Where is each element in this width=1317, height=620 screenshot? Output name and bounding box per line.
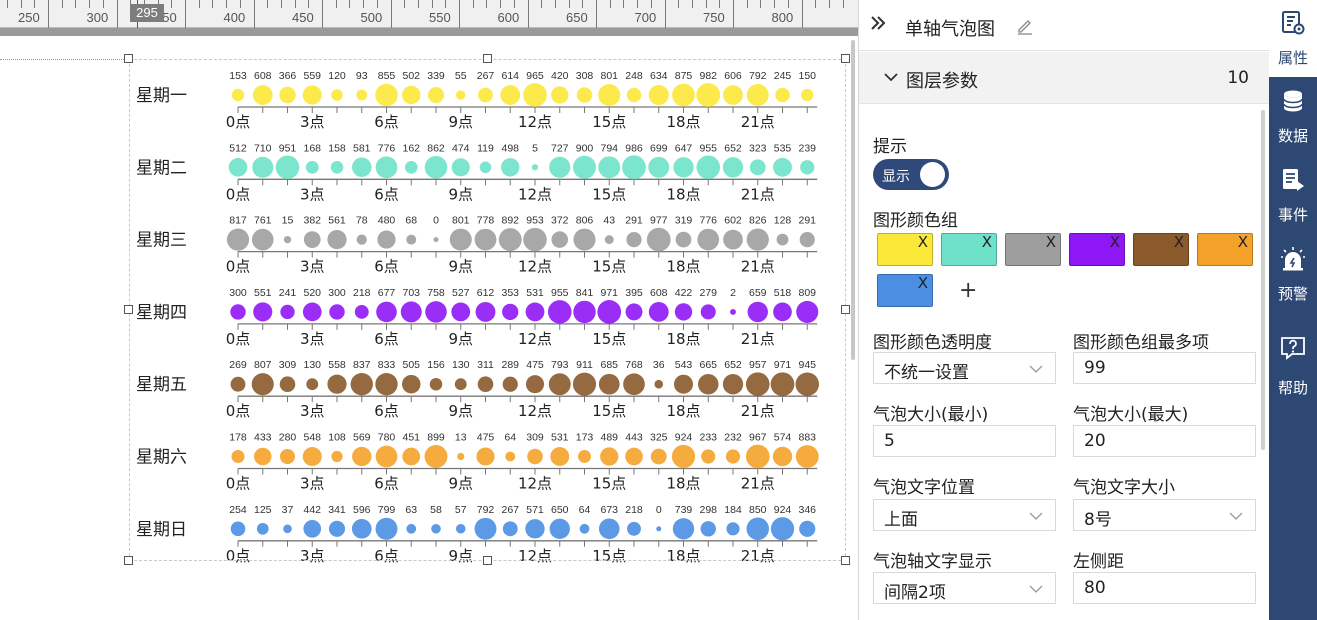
nav-item-alarm[interactable]: 预警 [1269, 236, 1317, 314]
max-items-value: 99 [1084, 358, 1106, 378]
properties-icon [1282, 11, 1305, 35]
axis-text-select[interactable]: 间隔2项 [873, 572, 1056, 604]
remove-color-icon[interactable]: X [1046, 234, 1056, 250]
edit-pencil-icon[interactable] [1015, 16, 1035, 36]
axis-text-value: 间隔2项 [884, 583, 946, 603]
color-group-label: 图形颜色组 [873, 211, 958, 231]
toggle-text: 显示 [882, 169, 910, 185]
resize-handle-bottom-left[interactable] [124, 556, 133, 565]
properties-panel: 单轴气泡图 图层参数 10 提示 显示 图形颜色组 + 图形颜色透明度 不统一设… [858, 0, 1269, 620]
axis-text-label: 气泡轴文字显示 [873, 552, 992, 572]
bubble-min-input[interactable]: 5 [873, 425, 1056, 457]
text-size-select[interactable]: 8号 [1073, 499, 1256, 531]
chevron-down-icon [1029, 585, 1043, 593]
bubble-min-label: 气泡大小(最小) [873, 405, 989, 425]
help-icon [1281, 337, 1305, 360]
resize-handle-bottom[interactable] [483, 556, 492, 565]
nav-label-help: 帮助 [1277, 379, 1308, 397]
panel-title: 单轴气泡图 [905, 19, 995, 40]
design-canvas[interactable]: 250 300 350 400 450 500 550 600 650 700 750 800 295… [0, 0, 858, 620]
remove-color-icon[interactable]: X [918, 275, 928, 291]
chevron-down-icon [1029, 365, 1043, 373]
text-position-value: 上面 [884, 510, 918, 530]
nav-item-help[interactable]: 帮助 [1269, 325, 1317, 403]
resize-handle-top-right[interactable] [841, 54, 850, 63]
color-swatch[interactable]: X [877, 274, 933, 307]
max-items-label: 图形颜色组最多项 [1073, 333, 1209, 353]
left-margin-value: 80 [1084, 578, 1106, 598]
nav-label-properties: 属性 [1277, 49, 1308, 67]
nav-label-alarm: 预警 [1277, 285, 1308, 303]
max-items-input[interactable]: 99 [1073, 352, 1256, 384]
double-chevron-right-icon [871, 16, 886, 30]
section-count: 10 [1227, 68, 1249, 88]
tooltip-label: 提示 [873, 137, 907, 157]
color-swatch[interactable]: X [1005, 233, 1061, 266]
panel-header: 单轴气泡图 [859, 0, 1269, 51]
color-swatch[interactable]: X [1133, 233, 1189, 266]
chevron-down-icon [1229, 512, 1243, 520]
opacity-select[interactable]: 不统一设置 [873, 352, 1056, 384]
alarm-icon [1281, 247, 1305, 271]
resize-handle-top[interactable] [483, 54, 492, 63]
add-color-button[interactable]: + [959, 277, 977, 305]
opacity-label: 图形颜色透明度 [873, 333, 992, 353]
nav-item-properties[interactable]: 属性 [1269, 0, 1317, 78]
nav-item-event[interactable]: 事件 [1269, 157, 1317, 235]
toggle-knob [920, 162, 945, 187]
left-margin-label: 左侧距 [1073, 552, 1124, 572]
nav-item-data[interactable]: 数据 [1269, 78, 1317, 156]
event-icon [1283, 169, 1304, 191]
text-size-label: 气泡文字大小 [1073, 478, 1175, 498]
color-swatch[interactable]: X [1069, 233, 1125, 266]
remove-color-icon[interactable]: X [1238, 234, 1248, 250]
nav-label-data: 数据 [1277, 127, 1308, 145]
section-title: 图层参数 [906, 71, 978, 92]
database-icon [1283, 90, 1303, 112]
text-position-label: 气泡文字位置 [873, 478, 975, 498]
resize-handle-right[interactable] [841, 305, 850, 314]
side-nav: 属性 数据 事件 预警 帮助 [1269, 0, 1317, 620]
bubble-max-label: 气泡大小(最大) [1073, 405, 1189, 425]
resize-handle-left[interactable] [124, 305, 133, 314]
color-swatch[interactable]: X [1197, 233, 1253, 266]
remove-color-icon[interactable]: X [918, 234, 928, 250]
bubble-max-value: 20 [1084, 431, 1106, 451]
nav-label-event: 事件 [1277, 206, 1308, 224]
opacity-value: 不统一设置 [884, 363, 969, 383]
color-swatch[interactable]: X [941, 233, 997, 266]
resize-handle-bottom-right[interactable] [841, 556, 850, 565]
collapse-panel-button[interactable] [869, 14, 887, 36]
remove-color-icon[interactable]: X [1174, 234, 1184, 250]
layer-params-section-header[interactable]: 图层参数 10 [859, 52, 1269, 104]
bubble-max-input[interactable]: 20 [1073, 425, 1256, 457]
selection-box[interactable] [129, 59, 846, 561]
left-margin-input[interactable]: 80 [1073, 572, 1256, 604]
bubble-min-value: 5 [884, 431, 895, 451]
remove-color-icon[interactable]: X [982, 234, 992, 250]
remove-color-icon[interactable]: X [1110, 234, 1120, 250]
chevron-down-icon [1029, 512, 1043, 520]
panel-scrollbar[interactable] [1261, 110, 1265, 450]
chevron-down-icon [884, 73, 898, 82]
text-position-select[interactable]: 上面 [873, 499, 1056, 531]
tooltip-toggle[interactable]: 显示 [873, 159, 949, 190]
resize-handle-top-left[interactable] [124, 54, 133, 63]
color-swatch[interactable]: X [877, 233, 933, 266]
canvas-scrollbar[interactable] [851, 40, 855, 360]
text-size-value: 8号 [1084, 510, 1112, 530]
